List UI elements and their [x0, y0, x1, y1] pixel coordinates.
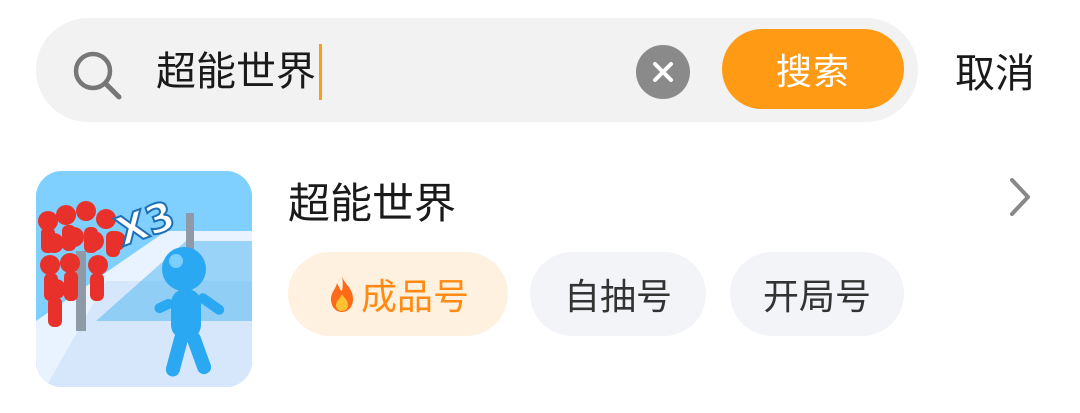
tag-self-draw-account[interactable]: 自抽号 [530, 252, 706, 336]
tag-label: 成品号 [360, 277, 469, 318]
close-icon [653, 62, 673, 82]
fire-icon [330, 276, 353, 312]
clear-search-button[interactable] [636, 45, 690, 99]
search-button[interactable]: 搜索 [722, 29, 904, 109]
search-input[interactable]: 超能世界 [156, 42, 322, 102]
game-title[interactable]: 超能世界 [288, 174, 456, 234]
chevron-right-icon[interactable] [1004, 174, 1036, 220]
game-thumbnail-icon[interactable]: X3 [36, 171, 252, 387]
tag-label: 开局号 [762, 277, 871, 318]
cancel-button[interactable]: 取消 [955, 44, 1035, 104]
search-results-page: 超能世界 搜索 取消 X3 超能世界 成品号 自抽号 开局号 [0, 0, 1080, 413]
tag-finished-account[interactable]: 成品号 [288, 252, 508, 336]
tag-label: 自抽号 [563, 277, 672, 318]
text-caret [319, 44, 322, 100]
search-icon [73, 51, 122, 100]
search-query-text: 超能世界 [156, 49, 316, 95]
tag-opening-account[interactable]: 开局号 [730, 252, 904, 336]
